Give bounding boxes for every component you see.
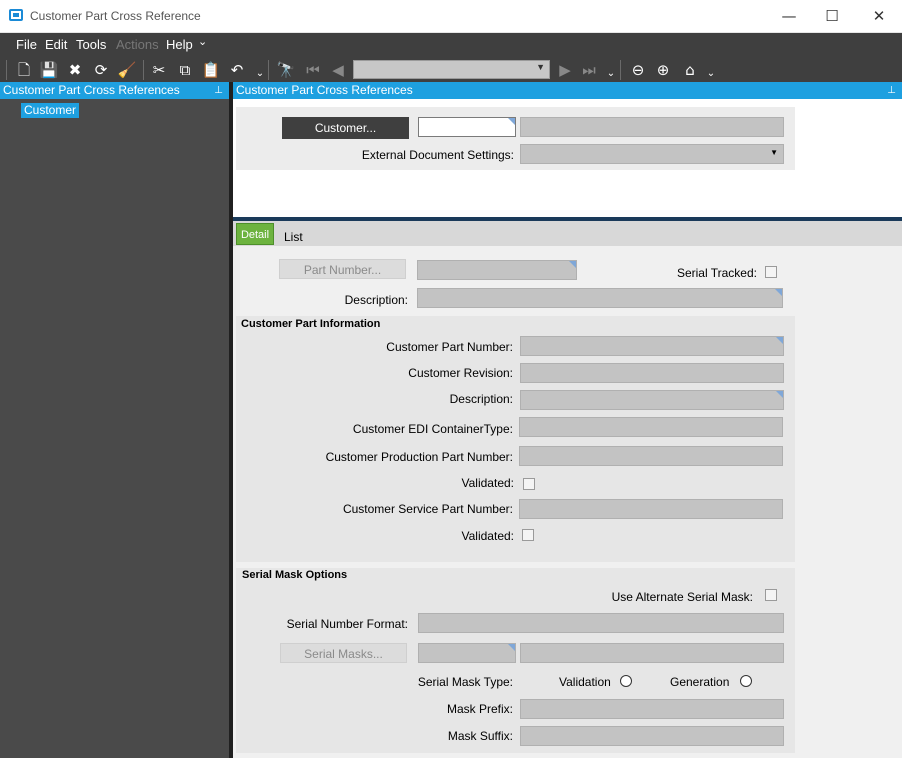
validated-label: Validated: — [461, 476, 514, 490]
chevron-down-icon: ▼ — [536, 62, 545, 72]
next-record-icon[interactable]: ▶ — [554, 59, 576, 81]
toolbar: 🗋 💾 ✖ ⟳ 🧹 ✂ ⧉ 📋 ↶ ⌄ 🔭 ⏮ ◀ ▼ ▶ ⏭ ⌄ ⊖ ⊕ ⌂ … — [0, 57, 902, 82]
undo-icon[interactable]: ↶ — [226, 59, 248, 81]
customer-description-label: Description: — [449, 392, 513, 406]
toolbar-separator — [268, 60, 269, 80]
part-number-button: Part Number... — [279, 259, 406, 279]
serial-tracked-checkbox — [765, 266, 777, 278]
validation-radio[interactable] — [620, 675, 632, 687]
toolbar-separator — [620, 60, 621, 80]
first-record-icon[interactable]: ⏮ — [302, 59, 324, 81]
last-record-icon[interactable]: ⏭ — [578, 59, 600, 81]
mask-prefix-field — [520, 699, 784, 719]
production-validated-checkbox — [523, 478, 535, 490]
clear-icon[interactable]: 🧹 — [116, 59, 138, 81]
right-panel-title: Customer Part Cross References — [236, 83, 413, 97]
serial-mask-description-field — [520, 643, 784, 663]
window-title: Customer Part Cross Reference — [30, 9, 201, 23]
customer-name-field — [520, 117, 784, 137]
production-part-number-field — [519, 446, 783, 466]
validated-label: Validated: — [461, 529, 514, 543]
tree-item-customer[interactable]: Customer — [21, 103, 80, 118]
generation-label: Generation — [670, 675, 730, 689]
close-button[interactable]: ✕ — [856, 0, 902, 32]
customer-revision-label: Customer Revision: — [408, 366, 513, 380]
external-document-settings-label: External Document Settings: — [361, 148, 514, 162]
serial-mask-type-label: Serial Mask Type: — [417, 675, 513, 689]
copy-icon[interactable]: ⧉ — [174, 59, 196, 81]
mask-prefix-label: Mask Prefix: — [446, 702, 513, 716]
cut-icon[interactable]: ✂ — [148, 59, 170, 81]
minimize-button[interactable]: — — [766, 0, 812, 32]
description-field — [417, 288, 783, 308]
menu-tools[interactable]: Tools — [76, 37, 106, 52]
service-part-number-label: Customer Service Part Number: — [342, 502, 513, 516]
home-icon[interactable]: ⌂ — [679, 59, 701, 81]
serial-number-format-label: Serial Number Format: — [286, 617, 408, 631]
serial-mask-id-field — [418, 643, 516, 663]
delete-icon[interactable]: ✖ — [64, 59, 86, 81]
pin-icon[interactable]: ⊥ — [214, 82, 223, 99]
paste-icon[interactable]: 📋 — [200, 59, 222, 81]
customer-revision-field — [520, 363, 784, 383]
customer-part-info-title: Customer Part Information — [241, 318, 381, 330]
toolbar-separator — [143, 60, 144, 80]
use-alternate-serial-mask-label: Use Alternate Serial Mask: — [611, 590, 753, 604]
description-label: Description: — [344, 293, 408, 307]
serial-tracked-label: Serial Tracked: — [676, 266, 757, 280]
menu-bar: File Edit Tools Actions Help ⌄ — [0, 33, 902, 57]
right-panel-header: Customer Part Cross References ⊥ — [233, 82, 902, 99]
service-part-number-field — [519, 499, 783, 519]
toolbar-grip — [6, 60, 7, 80]
tab-list[interactable]: List — [284, 230, 303, 244]
customer-description-field — [520, 390, 784, 410]
serial-masks-button: Serial Masks... — [280, 643, 407, 663]
previous-record-icon[interactable]: ◀ — [327, 59, 349, 81]
edi-container-type-field — [519, 417, 783, 437]
new-icon[interactable]: 🗋 — [13, 59, 35, 81]
production-part-number-label: Customer Production Part Number: — [325, 450, 513, 464]
customer-button[interactable]: Customer... — [282, 117, 409, 139]
mask-suffix-field — [520, 726, 784, 746]
customer-part-number-field — [520, 336, 784, 356]
use-alternate-serial-mask-checkbox — [765, 589, 777, 601]
forward-icon[interactable]: ⊕ — [652, 59, 674, 81]
pin-icon[interactable]: ⊥ — [887, 82, 896, 99]
record-selector-combo[interactable]: ▼ — [353, 60, 550, 79]
generation-radio[interactable] — [740, 675, 752, 687]
menu-file[interactable]: File — [16, 37, 37, 52]
tab-detail[interactable]: Detail — [236, 223, 274, 245]
back-icon[interactable]: ⊖ — [627, 59, 649, 81]
chevron-down-icon[interactable]: ⌄ — [198, 35, 207, 48]
search-icon[interactable]: 🔭 — [275, 59, 297, 81]
menu-help[interactable]: Help — [166, 37, 193, 52]
edi-container-type-label: Customer EDI ContainerType: — [352, 422, 513, 436]
maximize-button[interactable]: ☐ — [809, 0, 855, 32]
menu-edit[interactable]: Edit — [45, 37, 67, 52]
customer-part-number-label: Customer Part Number: — [386, 340, 513, 354]
customer-id-input[interactable] — [418, 117, 516, 137]
validation-label: Validation — [559, 675, 611, 689]
serial-number-format-field — [418, 613, 784, 633]
chevron-down-icon: ▼ — [770, 148, 778, 157]
service-validated-checkbox — [522, 529, 534, 541]
left-panel-title: Customer Part Cross References — [3, 83, 180, 97]
mask-suffix-label: Mask Suffix: — [447, 729, 513, 743]
save-icon[interactable]: 💾 — [38, 59, 60, 81]
refresh-icon[interactable]: ⟳ — [90, 59, 112, 81]
part-number-field — [417, 260, 577, 280]
title-bar: Customer Part Cross Reference — ☐ ✕ — [0, 0, 902, 33]
external-document-settings-dropdown[interactable]: ▼ — [520, 144, 784, 164]
app-icon — [9, 9, 23, 21]
menu-actions: Actions — [116, 37, 159, 52]
tab-strip — [233, 221, 902, 246]
left-panel: Customer Part Cross References ⊥ Custome… — [0, 82, 229, 758]
left-panel-header: Customer Part Cross References ⊥ — [0, 82, 229, 99]
right-panel: Customer Part Cross References ⊥ Custome… — [233, 82, 902, 758]
serial-mask-options-title: Serial Mask Options — [242, 569, 348, 581]
